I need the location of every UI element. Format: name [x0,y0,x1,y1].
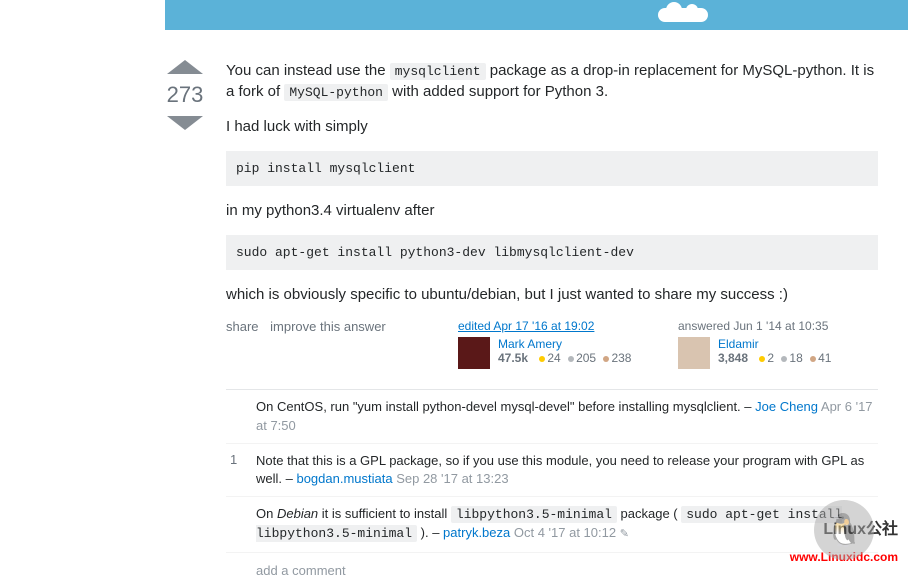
comment-vote [226,398,256,434]
comment-user[interactable]: Joe Cheng [755,399,818,414]
comment-text: it is sufficient to install [318,506,451,521]
comment-row: On CentOS, run "yum install python-devel… [226,390,878,443]
top-banner [165,0,908,30]
badges: 2 18 41 [755,351,831,365]
text: I had luck with simply [226,116,878,137]
comments-list: On CentOS, run "yum install python-devel… [226,389,878,552]
comment-text: On CentOS, run "yum install python-devel… [256,399,755,414]
reputation: 3,848 [718,351,748,365]
silver-badge-icon [568,356,574,362]
bronze-badge-icon [810,356,816,362]
improve-link[interactable]: improve this answer [270,319,386,334]
vote-count: 273 [160,82,210,108]
edited-link[interactable]: edited Apr 17 '16 at 19:02 [458,319,594,333]
code-block: sudo apt-get install python3-dev libmysq… [226,235,878,270]
add-comment-link[interactable]: add a comment [226,553,346,578]
downvote-button[interactable] [167,116,203,130]
share-link[interactable]: share [226,319,259,334]
cloud-decoration [658,8,708,22]
comment-text: ). – [417,525,443,540]
text: which is obviously specific to ubuntu/de… [226,284,878,305]
comment-date: Oct 4 '17 at 10:12 [510,525,616,540]
comment-user[interactable]: patryk.beza [443,525,510,540]
avatar[interactable] [458,337,490,369]
answered-date: answered Jun 1 '14 at 10:35 [678,319,828,333]
reputation: 47.5k [498,351,528,365]
silver-badge-icon [781,356,787,362]
text: You can instead use the [226,62,390,79]
text: in my python3.4 virtualenv after [226,200,878,221]
text: with added support for Python 3. [388,83,608,100]
vote-controls: 273 [160,60,210,579]
answer-body: You can instead use the mysqlclient pack… [226,60,878,305]
comment-text: On [256,506,277,521]
comment-vote [226,505,256,543]
editor-card: edited Apr 17 '16 at 19:02 Mark Amery 47… [458,319,658,369]
comment-user[interactable]: bogdan.mustiata [296,471,392,486]
watermark: Linux公社 🐧 www.Linuxidc.com [790,500,898,564]
editor-name[interactable]: Mark Amery [498,337,562,351]
code-inline: MySQL-python [284,84,388,101]
author-card: answered Jun 1 '14 at 10:35 Eldamir 3,84… [678,319,878,369]
comment-vote: 1 [226,452,256,488]
gold-badge-icon [539,356,545,362]
edited-icon: ✎ [620,528,629,540]
code-block: pip install mysqlclient [226,151,878,186]
author-name[interactable]: Eldamir [718,337,759,351]
comment-date: Sep 28 '17 at 13:23 [393,471,509,486]
comment-row: 1 Note that this is a GPL package, so if… [226,444,878,497]
bronze-badge-icon [603,356,609,362]
gold-badge-icon [759,356,765,362]
badges: 24 205 238 [535,351,631,365]
code-inline: mysqlclient [390,63,486,80]
penguin-icon: 🐧 [824,511,864,549]
upvote-button[interactable] [167,60,203,74]
avatar[interactable] [678,337,710,369]
comment-row: On Debian it is sufficient to install li… [226,497,878,552]
watermark-logo: 🐧 [814,500,874,560]
comment-em: Debian [277,506,318,521]
comment-text: package ( [617,506,681,521]
